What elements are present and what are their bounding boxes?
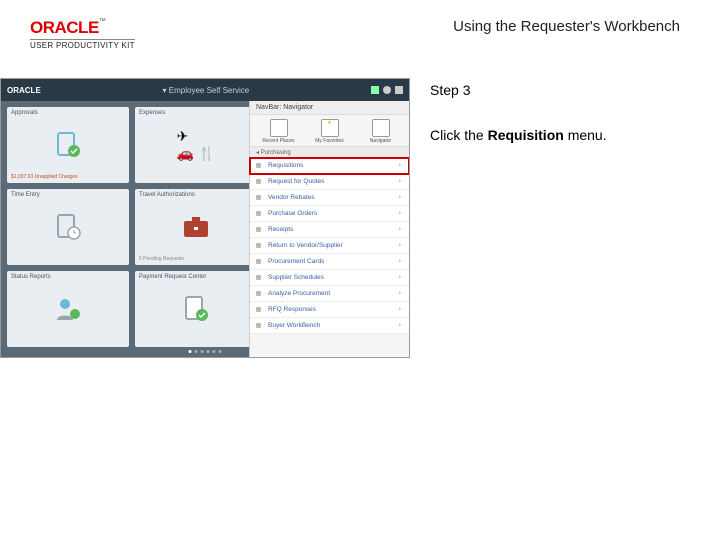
tile-label: Travel Authorizations xyxy=(139,192,195,198)
tile-time-entry[interactable]: Time Entry xyxy=(7,189,129,265)
nav-item-procurement-cards[interactable]: Procurement Cards › xyxy=(250,254,409,270)
chevron-right-icon: › xyxy=(399,258,401,265)
nav-item-label: Procurement Cards xyxy=(268,258,324,265)
chevron-right-icon: › xyxy=(399,322,401,329)
expenses-icon: ✈🚗 🍴 xyxy=(177,128,216,162)
topbar-icons[interactable] xyxy=(371,86,403,94)
instr-bold: Requisition xyxy=(488,127,564,143)
tile-label: Payment Request Center xyxy=(139,274,206,280)
clock-document-icon xyxy=(54,213,82,241)
tile-expenses[interactable]: Expenses ✈🚗 🍴 xyxy=(135,107,257,183)
tile-label: Time Entry xyxy=(11,192,40,198)
chevron-right-icon: › xyxy=(399,210,401,217)
tile-footer: 5 Pending Requests xyxy=(139,256,184,262)
tile-payment-request[interactable]: Payment Request Center xyxy=(135,271,257,347)
chevron-right-icon: › xyxy=(399,290,401,297)
chevron-right-icon: › xyxy=(399,274,401,281)
navbar-panel: NavBar: Navigator Recent Places ★My Favo… xyxy=(249,101,409,358)
home-icon[interactable] xyxy=(371,86,379,94)
navbar-header: NavBar: Navigator xyxy=(250,101,409,115)
nav-item-label: Buyer WorkBench xyxy=(268,322,320,329)
instr-prefix: Click the xyxy=(430,127,488,143)
nav-shortcut-navigator[interactable]: Navigator xyxy=(356,119,405,144)
tile-status-reports[interactable]: Status Reports xyxy=(7,271,129,347)
instr-suffix: menu. xyxy=(564,127,607,143)
nav-item-rfq[interactable]: Request for Quotes › xyxy=(250,174,409,190)
nav-item-label: Requisitions xyxy=(268,162,303,169)
app-context-menu[interactable]: ▾ Employee Self Service xyxy=(163,86,250,95)
nav-item-return-vendor[interactable]: Return to Vendor/Supplier › xyxy=(250,238,409,254)
tile-label: Expenses xyxy=(139,110,165,116)
navbar-shortcuts: Recent Places ★My Favorites Navigator xyxy=(250,115,409,147)
nav-category[interactable]: ◂ Purchasing xyxy=(250,147,409,158)
page-title: Using the Requester's Workbench xyxy=(453,18,680,35)
nav-shortcut-label: Navigator xyxy=(370,138,391,144)
tile-travel-auth[interactable]: Travel Authorizations 5 Pending Requests xyxy=(135,189,257,265)
search-icon[interactable] xyxy=(383,86,391,94)
nav-item-vendor-rebates[interactable]: Vendor Rebates › xyxy=(250,190,409,206)
tile-approvals[interactable]: Approvals $1,037.93 Unapplied Charges xyxy=(7,107,129,183)
nav-item-label: Receipts xyxy=(268,226,293,233)
nav-item-label: Purchase Orders xyxy=(268,210,317,217)
nav-category-label: Purchasing xyxy=(261,150,291,156)
nav-item-analyze-procurement[interactable]: Analyze Procurement › xyxy=(250,286,409,302)
chevron-right-icon: › xyxy=(399,194,401,201)
tile-footer: $1,037.93 Unapplied Charges xyxy=(11,174,77,180)
nav-item-receipts[interactable]: Receipts › xyxy=(250,222,409,238)
chevron-right-icon: › xyxy=(399,306,401,313)
chevron-right-icon: › xyxy=(399,178,401,185)
nav-item-label: Request for Quotes xyxy=(268,178,324,185)
chevron-right-icon: › xyxy=(399,162,401,169)
nav-shortcut-label: Recent Places xyxy=(262,138,294,144)
brand-logo: ORACLE™ USER PRODUCTIVITY KIT xyxy=(30,18,135,50)
nav-item-purchase-orders[interactable]: Purchase Orders › xyxy=(250,206,409,222)
recent-icon xyxy=(270,119,288,137)
pager-dots[interactable] xyxy=(189,350,222,353)
nav-item-label: Analyze Procurement xyxy=(268,290,330,297)
oracle-wordmark: ORACLE xyxy=(30,18,99,37)
logo-subtitle: USER PRODUCTIVITY KIT xyxy=(30,39,135,50)
document-approve-icon xyxy=(182,295,210,323)
chevron-right-icon: › xyxy=(399,242,401,249)
nav-item-label: RFQ Responses xyxy=(268,306,316,313)
chevron-right-icon: › xyxy=(399,226,401,233)
document-check-icon xyxy=(54,131,82,159)
tile-label: Status Reports xyxy=(11,274,51,280)
nav-menu-list: Requisitions › Request for Quotes › Vendor… xyxy=(250,158,409,334)
briefcase-icon xyxy=(182,215,210,239)
nav-item-label: Supplier Schedules xyxy=(268,274,324,281)
app-topbar: ORACLE ▾ Employee Self Service xyxy=(1,79,409,101)
tile-label: Approvals xyxy=(11,110,38,116)
homepage-tiles: Approvals $1,037.93 Unapplied Charges Ex… xyxy=(7,107,257,347)
compass-icon xyxy=(372,119,390,137)
app-logo-text: ORACLE xyxy=(7,86,41,95)
nav-item-supplier-schedules[interactable]: Supplier Schedules › xyxy=(250,270,409,286)
star-icon: ★ xyxy=(321,119,339,137)
person-icon xyxy=(55,296,81,322)
nav-item-rfq-responses[interactable]: RFQ Responses › xyxy=(250,302,409,318)
app-screenshot: ORACLE ▾ Employee Self Service Approvals… xyxy=(0,78,410,358)
nav-item-buyer-workbench[interactable]: Buyer WorkBench › xyxy=(250,318,409,334)
instruction-text: Click the Requisition menu. xyxy=(430,126,690,146)
step-label: Step 3 xyxy=(430,82,690,98)
nav-shortcut-favorites[interactable]: ★My Favorites xyxy=(305,119,354,144)
nav-item-label: Vendor Rebates xyxy=(268,194,315,201)
nav-item-requisitions[interactable]: Requisitions › xyxy=(250,158,409,174)
nav-item-label: Return to Vendor/Supplier xyxy=(268,242,343,249)
nav-shortcut-recent[interactable]: Recent Places xyxy=(254,119,303,144)
nav-shortcut-label: My Favorites xyxy=(315,138,344,144)
instruction-panel: Step 3 Click the Requisition menu. xyxy=(430,78,690,358)
nav-icon[interactable] xyxy=(395,86,403,94)
